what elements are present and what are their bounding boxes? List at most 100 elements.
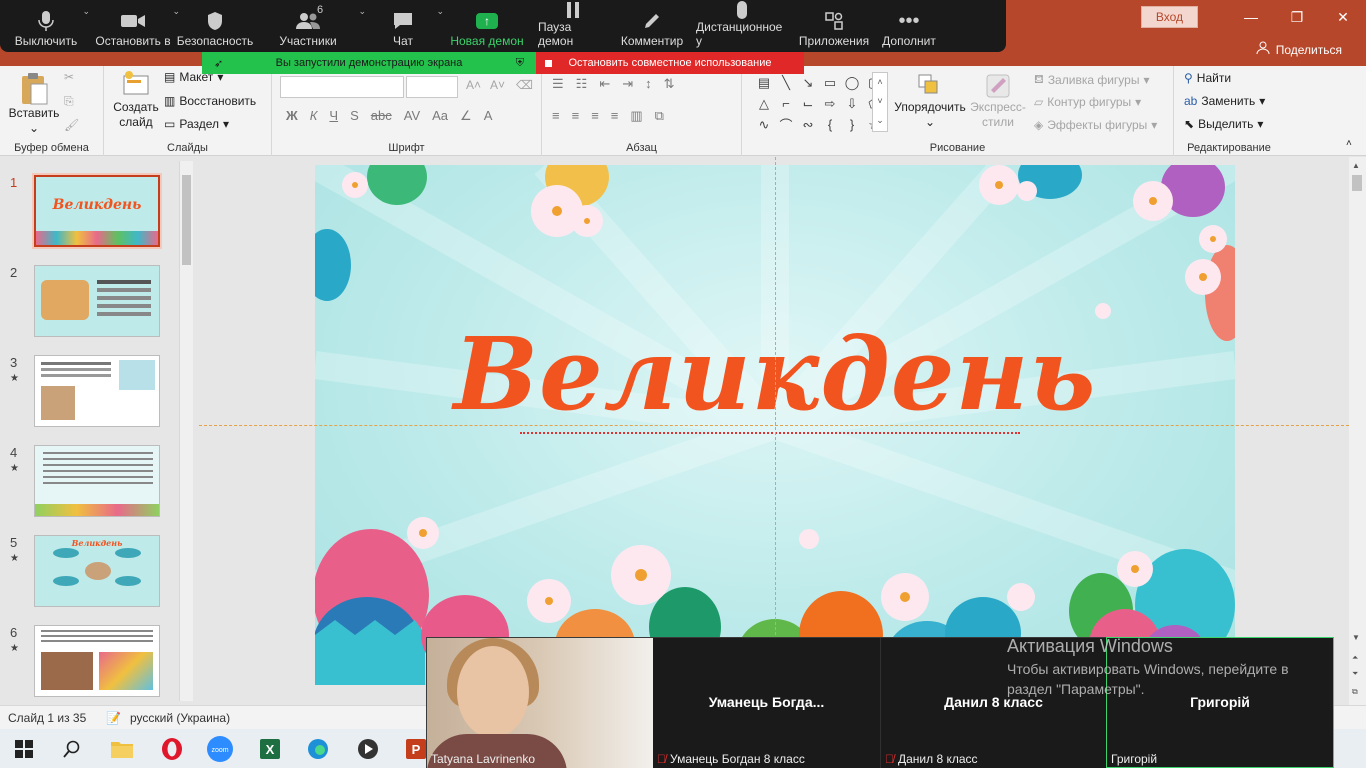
- search-icon[interactable]: [58, 735, 86, 763]
- edge-icon[interactable]: [304, 735, 332, 763]
- scroll-down-icon[interactable]: ▼: [1352, 633, 1360, 642]
- font-color-icon[interactable]: A: [484, 108, 493, 124]
- bullets-icon[interactable]: ☰: [552, 76, 564, 92]
- scroll-up-icon[interactable]: ▲: [1352, 161, 1360, 170]
- arrange-button[interactable]: Упорядочить ⌄: [894, 72, 966, 130]
- shrink-font-icon[interactable]: A˅: [490, 78, 505, 92]
- slide-thumb-5[interactable]: 5 ★ Великдень: [0, 535, 180, 611]
- select-button[interactable]: ⬉ Выделить ▾: [1184, 117, 1263, 131]
- copy-icon[interactable]: ⎘: [64, 94, 74, 109]
- clear-format-icon[interactable]: ⌫: [516, 78, 533, 92]
- line-spacing-icon[interactable]: ↕: [645, 76, 652, 92]
- mute-button[interactable]: Выключить ⌄: [4, 0, 90, 48]
- spacing-icon[interactable]: AV: [404, 108, 420, 124]
- prev-slide-icon[interactable]: ⏶: [1352, 653, 1358, 663]
- replace-button[interactable]: ab Заменить ▾: [1184, 94, 1265, 108]
- shape-effects-button[interactable]: ◈ Эффекты фигуры ▾: [1034, 118, 1157, 132]
- media-player-icon[interactable]: [354, 735, 382, 763]
- shape-outline-button[interactable]: ▱ Контур фигуры ▾: [1034, 95, 1141, 109]
- annotate-button[interactable]: Комментир: [614, 0, 690, 48]
- align-right-icon[interactable]: ≡: [591, 108, 599, 124]
- share-button[interactable]: Поделиться: [1256, 41, 1342, 58]
- security-button[interactable]: Безопасность: [177, 0, 253, 48]
- slide-thumb-2[interactable]: 2: [0, 265, 180, 341]
- slide-thumb-image[interactable]: [34, 355, 160, 427]
- slide-thumb-1[interactable]: 1 Великдень: [0, 173, 180, 251]
- grow-font-icon[interactable]: A˄: [466, 78, 481, 92]
- fit-icon[interactable]: ⧉: [1352, 687, 1358, 697]
- thumbnails-scrollbar[interactable]: [179, 161, 193, 701]
- format-painter-icon[interactable]: 🖌: [64, 118, 79, 132]
- scrollbar-thumb[interactable]: [182, 175, 191, 265]
- new-share-button[interactable]: ↑ Новая демон: [442, 0, 532, 48]
- case-icon[interactable]: Aa: [432, 108, 448, 124]
- video-tile-self[interactable]: Tatyana Lavrinenko: [427, 638, 653, 768]
- font-size-dropdown[interactable]: [406, 76, 458, 98]
- highlight-icon[interactable]: ∠: [460, 108, 472, 124]
- new-slide-button[interactable]: Создать слайд: [110, 70, 162, 130]
- participants-button[interactable]: 6 Участники ⌄: [252, 0, 366, 48]
- pause-share-button[interactable]: Пауза демон: [532, 0, 614, 48]
- underline-icon[interactable]: Ч: [329, 108, 338, 124]
- quick-styles-button[interactable]: Экспресс-стили: [968, 72, 1028, 130]
- bold-icon[interactable]: Ж: [286, 108, 298, 124]
- stop-video-button[interactable]: Остановить в ⌄: [88, 0, 180, 48]
- next-slide-icon[interactable]: ⏷: [1352, 669, 1358, 679]
- minimize-button[interactable]: —: [1228, 0, 1274, 34]
- slide-thumb-image[interactable]: [34, 625, 160, 697]
- slide-thumb-image[interactable]: Великдень: [34, 535, 160, 607]
- text-direction-icon[interactable]: ⇅: [664, 76, 675, 92]
- smartart-icon[interactable]: ⧉: [655, 108, 664, 124]
- shadow-icon[interactable]: S: [350, 108, 359, 124]
- oval-shape-icon: ◯: [844, 74, 860, 90]
- rectangle-shape-icon: ▭: [823, 74, 837, 90]
- editor-scrollbar[interactable]: ▲ ▼ ⏶ ⏷ ⧉: [1349, 157, 1366, 705]
- remote-control-button[interactable]: Дистанционное у: [690, 0, 794, 48]
- paste-button[interactable]: Вставить ⌄: [8, 72, 60, 136]
- stop-share-button[interactable]: Остановить совместное использование: [536, 52, 804, 74]
- excel-icon[interactable]: X: [256, 735, 284, 763]
- windows-start-icon[interactable]: [10, 735, 38, 763]
- section-button[interactable]: ▭ Раздел ▾: [164, 117, 229, 131]
- mouse-icon: [736, 0, 748, 20]
- shapes-gallery[interactable]: ▤╲↘▭◯▢ △⌐⌙⇨⇩⬠ ∿⌒∾{}☆: [754, 72, 890, 134]
- shapes-scroll[interactable]: ˄ ˅ ⌄: [872, 72, 888, 132]
- increase-indent-icon[interactable]: ⇥: [622, 76, 633, 92]
- scrollbar-thumb[interactable]: [1352, 175, 1362, 191]
- font-name-dropdown[interactable]: [280, 76, 404, 98]
- justify-icon[interactable]: ≡: [611, 108, 619, 124]
- strikethrough-icon[interactable]: abc: [371, 108, 392, 124]
- columns-icon[interactable]: ▥: [630, 108, 642, 124]
- apps-button[interactable]: Приложения: [794, 0, 874, 48]
- more-button[interactable]: ••• Дополнит: [874, 0, 944, 49]
- slide-thumb-3[interactable]: 3 ★: [0, 355, 180, 431]
- numbering-icon[interactable]: ☷: [576, 76, 588, 92]
- slide-thumb-image[interactable]: [34, 445, 160, 517]
- italic-icon[interactable]: К: [310, 108, 318, 124]
- shield-icon: [206, 8, 224, 34]
- align-center-icon[interactable]: ≡: [572, 108, 580, 124]
- language-indicator[interactable]: русский (Украина): [130, 711, 230, 725]
- restore-button[interactable]: ❐: [1274, 0, 1320, 34]
- chat-button[interactable]: Чат ⌄: [364, 0, 444, 48]
- slide-thumb-image[interactable]: [34, 265, 160, 337]
- close-button[interactable]: ✕: [1320, 0, 1366, 34]
- reset-button[interactable]: ▥ Восстановить: [164, 94, 256, 108]
- slide-thumbnails-panel: 1 Великдень 2 3 ★ 4 ★ 5 ★ Великдень 6 ★: [0, 157, 198, 705]
- align-left-icon[interactable]: ≡: [552, 108, 560, 124]
- video-tile-umanets[interactable]: Уманець Богда... 🎙̸ Уманець Богдан 8 кла…: [653, 638, 881, 768]
- decrease-indent-icon[interactable]: ⇤: [599, 76, 610, 92]
- slide-editor-canvas[interactable]: Великдень: [199, 157, 1349, 705]
- slide-thumb-4[interactable]: 4 ★: [0, 445, 180, 521]
- find-button[interactable]: ⚲ Найти: [1184, 71, 1231, 85]
- slide-thumb-6[interactable]: 6 ★: [0, 625, 180, 701]
- cut-icon[interactable]: ✂: [64, 70, 74, 84]
- collapse-ribbon-icon[interactable]: ˄: [1346, 138, 1352, 149]
- spellcheck-icon[interactable]: 📝: [106, 711, 121, 725]
- shape-fill-button[interactable]: ⛾ Заливка фигуры ▾: [1034, 72, 1149, 88]
- opera-icon[interactable]: [158, 735, 186, 763]
- file-explorer-icon[interactable]: [108, 735, 136, 763]
- login-button[interactable]: Вход: [1140, 6, 1198, 28]
- zoom-app-icon[interactable]: zoom: [206, 735, 234, 763]
- slide-thumb-image[interactable]: Великдень: [32, 173, 162, 249]
